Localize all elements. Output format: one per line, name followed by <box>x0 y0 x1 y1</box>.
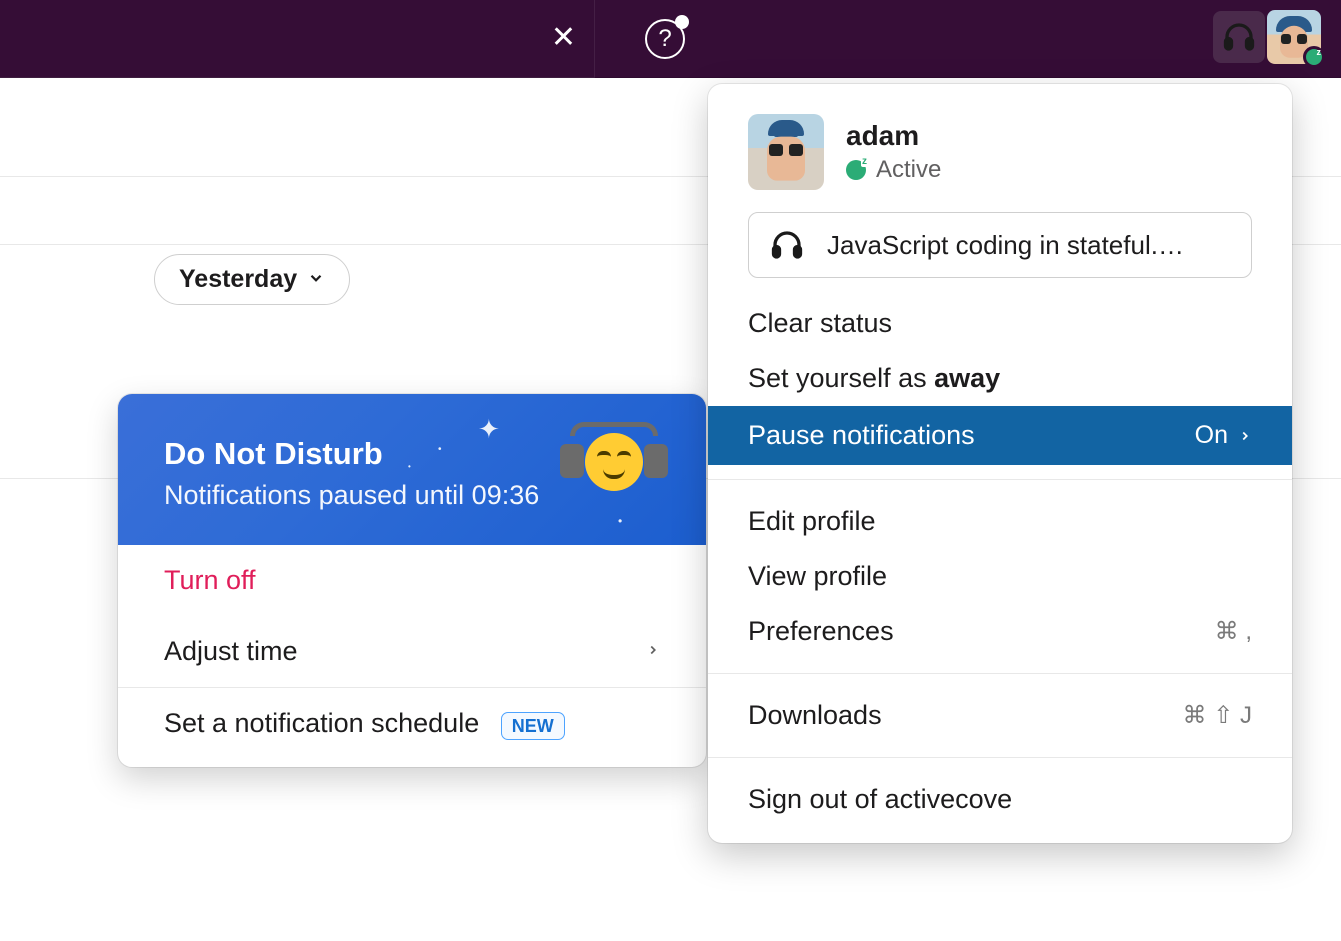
preferences[interactable]: Preferences ⌘ , <box>708 604 1292 659</box>
presence-label: Active <box>876 156 941 184</box>
content-area: Yesterday ✦ • • • Do Not Disturb Notific… <box>0 78 1341 941</box>
dnd-turn-off-label: Turn off <box>164 565 256 596</box>
preferences-shortcut: ⌘ , <box>1215 617 1252 646</box>
chevron-right-icon <box>646 636 660 667</box>
clear-status[interactable]: Clear status <box>708 296 1292 351</box>
clear-status-label: Clear status <box>748 308 892 339</box>
pause-notifications-state: On <box>1195 421 1252 450</box>
dnd-adjust-time-label: Adjust time <box>164 636 298 667</box>
set-away[interactable]: Set yourself as away <box>708 351 1292 406</box>
downloads[interactable]: Downloads ⌘ ⇧ J <box>708 688 1292 743</box>
profile-menu: adam Active JavaScript coding in statefu… <box>708 84 1292 843</box>
sparkle-icon: ✦ <box>478 414 500 445</box>
dnd-header: ✦ • • • Do Not Disturb Notifications pau… <box>118 394 706 545</box>
downloads-label: Downloads <box>748 700 882 731</box>
presence-indicator-dnd-icon <box>1303 46 1325 68</box>
dnd-adjust-time[interactable]: Adjust time <box>118 616 706 687</box>
date-pill-label: Yesterday <box>179 265 297 294</box>
sparkle-icon: • <box>438 444 442 455</box>
dnd-turn-off[interactable]: Turn off <box>118 545 706 616</box>
edit-profile-label: Edit profile <box>748 506 876 537</box>
presence-dot-icon <box>846 160 866 180</box>
pause-state-text: On <box>1195 421 1228 450</box>
divider <box>708 757 1292 758</box>
set-away-label: Set yourself as away <box>748 363 1000 394</box>
pause-notifications[interactable]: Pause notifications On <box>708 406 1292 465</box>
profile-presence: Active <box>846 156 941 184</box>
dnd-flyout: ✦ • • • Do Not Disturb Notifications pau… <box>118 394 706 767</box>
user-avatar-button[interactable] <box>1267 10 1321 64</box>
set-away-prefix: Set yourself as <box>748 363 934 393</box>
divider <box>708 479 1292 480</box>
profile-name: adam <box>846 120 941 152</box>
sparkle-icon: • <box>618 514 622 528</box>
headphones-icon <box>769 227 805 263</box>
edit-profile[interactable]: Edit profile <box>708 494 1292 549</box>
view-profile[interactable]: View profile <box>708 549 1292 604</box>
sparkle-icon: • <box>408 462 411 471</box>
status-headphones-icon[interactable] <box>1213 11 1265 63</box>
help-glyph: ? <box>658 25 671 53</box>
top-bar: ✕ ? <box>0 0 1341 78</box>
preferences-label: Preferences <box>748 616 894 647</box>
sign-out[interactable]: Sign out of activecove <box>708 772 1292 839</box>
topbar-right <box>1213 10 1321 64</box>
sign-out-label: Sign out of activecove <box>748 784 1012 815</box>
help-icon[interactable]: ? <box>645 19 685 59</box>
dnd-subtitle: Notifications paused until 09:36 <box>164 480 660 511</box>
downloads-shortcut: ⌘ ⇧ J <box>1183 701 1252 730</box>
status-text: JavaScript coding in stateful.… <box>827 230 1184 261</box>
set-away-bold: away <box>934 363 1000 393</box>
date-jump-pill[interactable]: Yesterday <box>154 254 350 305</box>
close-icon[interactable]: ✕ <box>551 23 576 53</box>
divider <box>708 673 1292 674</box>
search-area: ✕ <box>0 0 595 78</box>
pause-notifications-label: Pause notifications <box>748 420 975 451</box>
chevron-down-icon <box>307 265 325 294</box>
view-profile-label: View profile <box>748 561 887 592</box>
dnd-schedule-label: Set a notification schedule <box>164 708 479 738</box>
dnd-schedule[interactable]: Set a notification schedule NEW <box>118 688 706 767</box>
new-badge: NEW <box>501 712 565 740</box>
profile-header: adam Active <box>708 84 1292 212</box>
profile-avatar <box>748 114 824 190</box>
status-field[interactable]: JavaScript coding in stateful.… <box>748 212 1252 278</box>
